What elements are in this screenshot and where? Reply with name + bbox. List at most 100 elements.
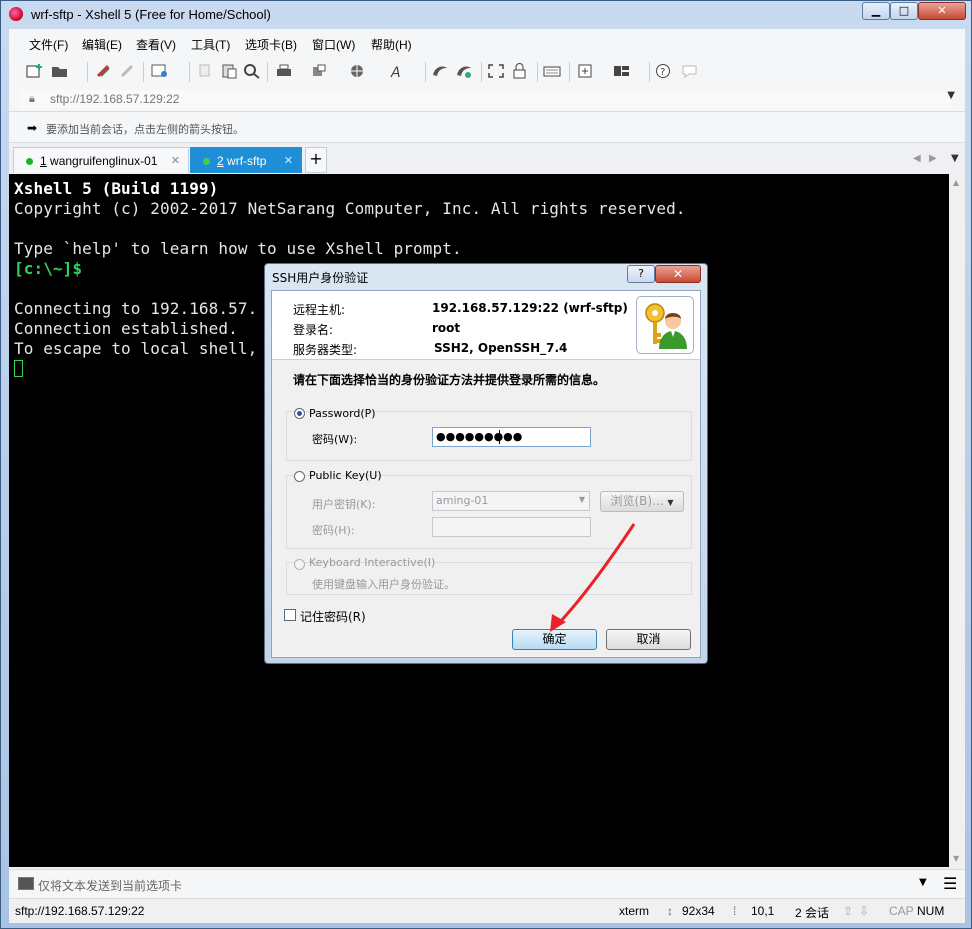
terminal-line: Connection established. [14,319,238,338]
public-key-radio[interactable] [294,471,305,482]
terminal-line: Type `help' to learn how to use Xshell p… [14,239,462,258]
ok-button[interactable]: 确定 [512,629,597,650]
menu-view[interactable]: 查看(V) [136,36,176,53]
dialog-close-button[interactable]: ✕ [655,265,701,283]
address-value: sftp://192.168.57.129:22 [50,92,180,106]
keyboard-desc: 使用键盘输入用户身份验证。 [312,578,455,591]
keyboard-interactive-radio [294,559,305,570]
tab-session-2[interactable]: 2 wrf-sftp ✕ [190,147,302,173]
xshell-logo-icon [9,7,23,21]
new-session-icon[interactable] [25,63,43,79]
remote-host-label: 远程主机: [293,303,346,317]
help-icon[interactable]: ? [655,63,673,79]
connected-status-icon [26,158,33,165]
remote-host-value: 192.168.57.129:22 (wrf-sftp) [432,301,628,315]
remember-password-checkbox[interactable] [284,609,296,621]
print-icon[interactable] [275,63,293,79]
menu-edit[interactable]: 编辑(E) [82,36,122,53]
terminal-scrollbar[interactable]: ▲ ▼ [949,174,965,867]
tab-bar: 1 wangruifenglinux-01 ✕ 2 wrf-sftp ✕ + ◀… [9,143,965,173]
auth-instruction: 请在下面选择恰当的身份验证方法并提供登录所需的信息。 [293,373,606,387]
status-address: sftp://192.168.57.129:22 [15,904,145,918]
address-input[interactable]: 🔒︎ sftp://192.168.57.129:22 ▼ [19,90,955,108]
keyboard-option-label: Keyboard Interactive(I) [309,556,436,569]
toolbar: A ? [9,57,965,88]
terminal-line: To escape to local shell, [14,339,258,358]
minimize-button[interactable]: ▁ [862,2,890,20]
tab-scroll-right-icon[interactable]: ▶ [929,153,937,164]
hamburger-menu-icon[interactable]: ☰ [943,874,957,893]
chevron-down-icon: ▼ [578,495,585,504]
terminal-line: Copyright (c) 2002-2017 NetSarang Comput… [14,199,686,218]
dialog-help-button[interactable]: ? [627,265,655,283]
status-num: NUM [917,904,945,918]
menu-help[interactable]: 帮助(H) [371,36,412,53]
close-tab-icon[interactable]: ✕ [284,154,293,167]
tab-list-dropdown-icon[interactable]: ▼ [951,153,959,164]
arrow-down-icon[interactable]: ⇩ [859,904,869,918]
find-icon[interactable] [243,63,261,79]
font-icon[interactable]: A [389,63,407,81]
disconnect-icon [119,63,137,79]
password-option-label[interactable]: Password(P) [309,407,376,420]
password-value: ●●●●●●●●● [436,430,523,443]
menu-window[interactable]: 窗口(W) [312,36,355,53]
text-caret [499,430,500,444]
status-term-size: 92x34 [682,904,715,918]
scroll-up-icon[interactable]: ▲ [953,178,959,187]
close-tab-icon[interactable]: ✕ [171,154,180,167]
tab-session-1[interactable]: 1 wangruifenglinux-01 ✕ [13,147,189,173]
scroll-down-icon[interactable]: ▼ [953,854,959,863]
window-title: wrf-sftp - Xshell 5 (Free for Home/Schoo… [31,7,271,22]
tab-scroll-left-icon[interactable]: ◀ [913,153,921,164]
browse-button-label: 浏览(B)... [610,494,664,508]
status-bar: sftp://192.168.57.129:22 xterm ↕ 92x34 ⁞… [9,898,965,923]
add-session-arrow-icon[interactable]: ➡ [27,121,37,135]
layout-icon[interactable] [613,63,631,79]
transfer-icon[interactable] [311,63,329,79]
svg-text:?: ? [660,67,665,78]
terminal-line: Xshell 5 (Build 1199) [14,179,219,198]
password-input[interactable]: ●●●●●●●●● [432,427,591,447]
tab-label: wangruifenglinux-01 [50,154,158,168]
xftp-new-icon[interactable] [455,63,473,79]
session-hint-text: 要添加当前会话，点击左侧的箭头按钮。 [46,123,244,136]
cancel-button[interactable]: 取消 [606,629,691,650]
arrow-up-icon[interactable]: ⇧ [843,904,853,918]
connected-status-icon [203,158,210,165]
title-bar[interactable]: wrf-sftp - Xshell 5 (Free for Home/Schoo… [1,1,971,29]
chevron-down-icon: ▼ [667,498,674,507]
terminal-cursor [14,360,23,377]
login-value: root [432,321,461,335]
menu-tools[interactable]: 工具(T) [191,36,230,53]
password-radio[interactable] [294,408,305,419]
menu-file[interactable]: 文件(F) [29,36,68,53]
maximize-button[interactable]: □ [890,2,918,20]
user-key-icon [636,296,694,354]
keyboard-icon[interactable] [543,63,561,79]
resize-icon: ↕ [667,904,673,918]
menu-tabs[interactable]: 选项卡(B) [245,36,297,53]
address-bar: 🔒︎ sftp://192.168.57.129:22 ▼ [9,87,965,112]
connect-icon[interactable] [95,63,113,79]
close-window-button[interactable]: ✕ [918,2,966,20]
chevron-down-icon[interactable]: ▼ [947,90,955,101]
menu-bar: 文件(F) 编辑(E) 查看(V) 工具(T) 选项卡(B) 窗口(W) 帮助(… [9,29,965,57]
compose-bar[interactable]: 仅将文本发送到当前选项卡 ▼ ☰ [9,869,965,898]
xftp-icon[interactable] [431,63,449,79]
session-properties-icon[interactable] [151,63,169,79]
public-key-option-label[interactable]: Public Key(U) [309,469,382,482]
lock-icon[interactable] [511,63,529,79]
new-tab-icon[interactable] [577,63,595,79]
chevron-down-icon[interactable]: ▼ [919,877,927,888]
compose-icon [18,877,34,890]
user-key-label: 用户密钥(K): [312,498,376,511]
terminal-prompt: [c:\~]$ [14,259,83,278]
fullscreen-icon[interactable] [487,63,505,79]
remember-password-label[interactable]: 记住密码(R) [300,608,366,625]
connection-info: 远程主机: 192.168.57.129:22 (wrf-sftp) 登录名: … [272,291,700,360]
globe-icon[interactable] [349,63,367,79]
paste-icon[interactable] [221,63,239,79]
open-folder-icon[interactable] [51,63,69,79]
add-tab-button[interactable]: + [305,147,327,173]
